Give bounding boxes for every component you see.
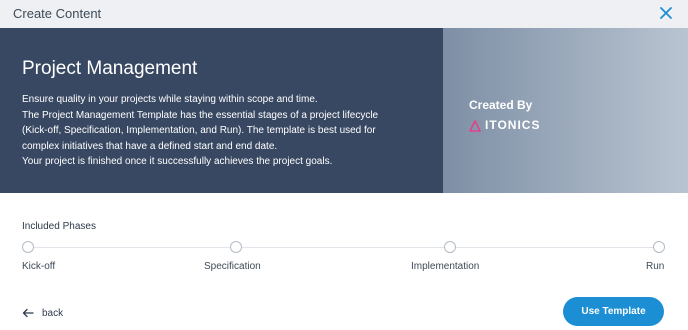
brand-name: ITONICS bbox=[485, 118, 541, 132]
close-icon[interactable] bbox=[656, 3, 676, 23]
included-phases-label: Included Phases bbox=[22, 221, 96, 232]
phase-dot-kick-off[interactable] bbox=[22, 241, 34, 253]
phase-label-kick-off: Kick-off bbox=[22, 261, 56, 272]
template-info-panel: Project Management Ensure quality in you… bbox=[0, 28, 443, 193]
creator-brand: ITONICS bbox=[469, 117, 540, 133]
back-button[interactable]: back bbox=[22, 306, 63, 320]
phase-label-implementation: Implementation bbox=[411, 261, 480, 272]
dialog-title: Create Content bbox=[13, 6, 102, 21]
creator-panel: Created By ITONICS bbox=[443, 28, 688, 193]
phase-dot-run[interactable] bbox=[653, 241, 665, 253]
description-line: Ensure quality in your projects while st… bbox=[22, 94, 318, 105]
use-template-button[interactable]: Use Template bbox=[563, 297, 664, 326]
itonics-logo-icon bbox=[469, 119, 481, 132]
arrow-left-icon bbox=[22, 308, 34, 318]
template-title: Project Management bbox=[22, 58, 198, 79]
phase-label-run: Run bbox=[646, 261, 665, 272]
template-description: Ensure quality in your projects while st… bbox=[22, 92, 432, 170]
phase-dot-specification[interactable] bbox=[230, 241, 242, 253]
description-line: (Kick-off, Specification, Implementation… bbox=[22, 125, 376, 136]
phase-timeline bbox=[28, 247, 658, 248]
description-line: The Project Management Template has the … bbox=[22, 109, 379, 121]
back-label: back bbox=[42, 307, 64, 319]
created-by-label: Created By bbox=[469, 98, 533, 112]
description-line: complex initiatives that have a defined … bbox=[22, 140, 278, 152]
phase-label-specification: Specification bbox=[204, 261, 261, 272]
phase-dot-implementation[interactable] bbox=[444, 241, 456, 253]
dialog-titlebar: Create Content bbox=[0, 0, 688, 28]
description-line: Your project is finished once it success… bbox=[22, 156, 333, 167]
template-hero: Project Management Ensure quality in you… bbox=[0, 28, 688, 193]
